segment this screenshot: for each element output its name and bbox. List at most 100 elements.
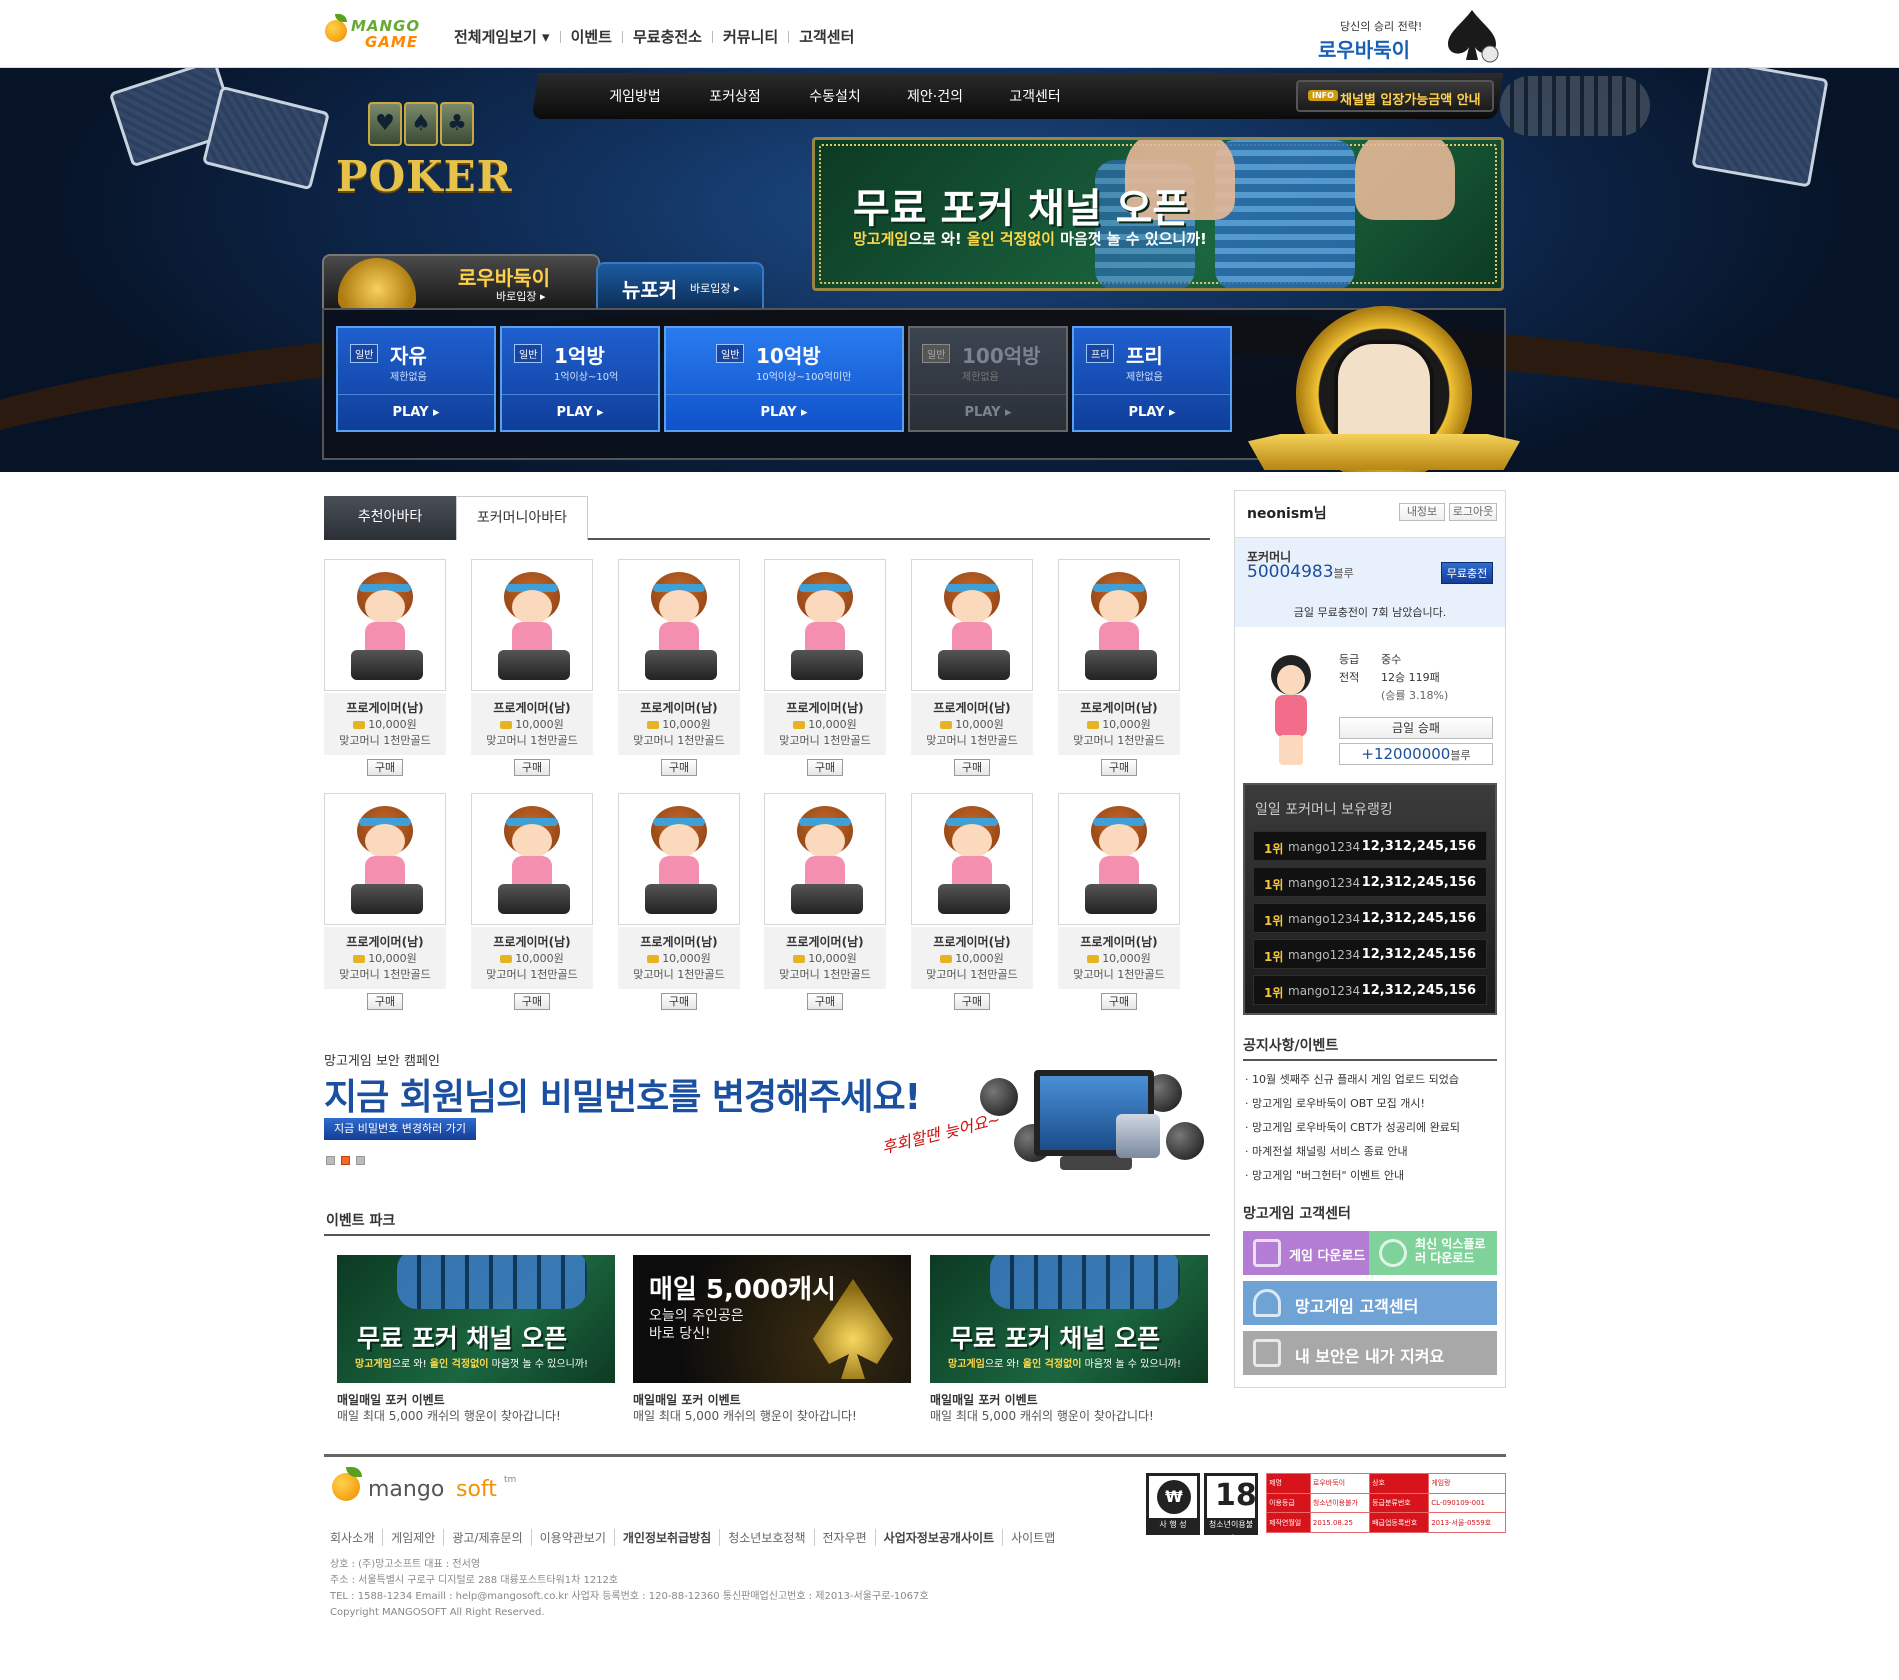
security-button[interactable]: 내 보안은 내가 지켜요 <box>1243 1331 1497 1375</box>
ie-download-button[interactable]: 최신 익스플로러 다운로드 <box>1369 1231 1497 1275</box>
buy-button[interactable]: 구매 <box>1101 759 1137 776</box>
avatar-item[interactable]: 프로게이머(남) 10,000원 맞고머니 1천만골드 구매 <box>618 559 740 777</box>
footer-link[interactable]: 게임제안 <box>382 1529 443 1546</box>
my-info-button[interactable]: 내정보 <box>1399 503 1445 521</box>
slide-dot[interactable] <box>326 1156 335 1165</box>
buy-button[interactable]: 구매 <box>661 993 697 1010</box>
avatar-item[interactable]: 프로게이머(남) 10,000원 맞고머니 1천만골드 구매 <box>764 793 886 1011</box>
ranking-row[interactable]: 1위 mango1234 12,312,245,156 <box>1253 975 1487 1005</box>
room-play-button[interactable]: PLAY ▸ <box>338 394 494 430</box>
avatar-thumbnail[interactable] <box>764 793 886 925</box>
logout-button[interactable]: 로그아웃 <box>1449 503 1497 521</box>
ranking-row[interactable]: 1위 mango1234 12,312,245,156 <box>1253 867 1487 897</box>
buy-button[interactable]: 구매 <box>954 759 990 776</box>
avatar-thumbnail[interactable] <box>764 559 886 691</box>
subnav-customer-center[interactable]: 고객센터 <box>985 86 1085 106</box>
avatar-thumbnail[interactable] <box>324 793 446 925</box>
ranking-row[interactable]: 1위 mango1234 12,312,245,156 <box>1253 903 1487 933</box>
tab-new-poker[interactable]: 뉴포커 바로입장 ▸ <box>596 262 764 310</box>
notice-item[interactable]: · 10월 셋째주 신규 플래시 게임 업로드 되었습 <box>1245 1071 1495 1095</box>
avatar-item[interactable]: 프로게이머(남) 10,000원 맞고머니 1천만골드 구매 <box>471 793 593 1011</box>
avatar-thumbnail[interactable] <box>911 793 1033 925</box>
buy-button[interactable]: 구매 <box>514 759 550 776</box>
avatar-thumbnail[interactable] <box>618 559 740 691</box>
poker-logo[interactable]: ♥ ♠ ♣ POKER <box>336 98 516 201</box>
channel-entry-info-button[interactable]: INFO 채널별 입장가능금액 안내 <box>1296 80 1494 112</box>
nav-community[interactable]: 커뮤니티 <box>713 26 788 47</box>
slide-dot-active[interactable] <box>341 1156 350 1165</box>
tab-poker-money-avatar[interactable]: 포커머니아바타 <box>456 496 588 540</box>
room-100m[interactable]: 일반 1억방 1억이상~10억 PLAY ▸ <box>500 326 660 432</box>
room-pre[interactable]: 프리 프리 제한없음 PLAY ▸ <box>1072 326 1232 432</box>
mangogame-logo[interactable]: MANGO GAME <box>325 14 433 54</box>
nav-free-charge[interactable]: 무료충전소 <box>623 26 712 47</box>
today-record-button[interactable]: 금일 승패 <box>1339 717 1493 739</box>
avatar-thumbnail[interactable] <box>471 559 593 691</box>
free-charge-button[interactable]: 무료충전 <box>1441 562 1493 584</box>
notice-header[interactable]: 공지사항/이벤트 <box>1243 1035 1497 1061</box>
avatar-item[interactable]: 프로게이머(남) 10,000원 맞고머니 1천만골드 구매 <box>618 793 740 1011</box>
avatar-item[interactable]: 프로게이머(남) 10,000원 맞고머니 1천만골드 구매 <box>324 559 446 777</box>
subnav-suggestion[interactable]: 제안·건의 <box>885 86 985 106</box>
avatar-thumbnail[interactable] <box>471 793 593 925</box>
avatar-thumbnail[interactable] <box>324 559 446 691</box>
buy-button[interactable]: 구매 <box>367 993 403 1010</box>
avatar-item[interactable]: 프로게이머(남) 10,000원 맞고머니 1천만골드 구매 <box>1058 559 1180 777</box>
event-title[interactable]: 매일매일 포커 이벤트 <box>337 1391 445 1408</box>
footer-link[interactable]: 청소년보호정책 <box>719 1529 813 1546</box>
buy-button[interactable]: 구매 <box>1101 993 1137 1010</box>
subnav-manual-install[interactable]: 수동설치 <box>785 86 885 106</box>
avatar-item[interactable]: 프로게이머(남) 10,000원 맞고머니 1천만골드 구매 <box>324 793 446 1011</box>
nav-events[interactable]: 이벤트 <box>561 26 622 47</box>
notice-item[interactable]: · 망고게임 "버그헌터" 이벤트 안내 <box>1245 1167 1495 1191</box>
room-1b[interactable]: 일반 10억방 10억이상~100억미만 PLAY ▸ <box>664 326 904 432</box>
low-baduki-badge[interactable]: 당신의 승리 전략! 로우바둑이 <box>1316 6 1506 64</box>
buy-button[interactable]: 구매 <box>367 759 403 776</box>
ranking-row[interactable]: 1위 mango1234 12,312,245,156 <box>1253 831 1487 861</box>
footer-link[interactable]: 개인정보취급방침 <box>613 1529 719 1546</box>
footer-link[interactable]: 전자우편 <box>813 1529 875 1546</box>
notice-item[interactable]: · 마계전설 채널링 서비스 종료 안내 <box>1245 1143 1495 1167</box>
slide-dot[interactable] <box>356 1156 365 1165</box>
buy-button[interactable]: 구매 <box>661 759 697 776</box>
subnav-how-to-play[interactable]: 게임방법 <box>585 86 685 106</box>
mangosoft-logo[interactable]: mango soft tm <box>332 1467 522 1511</box>
buy-button[interactable]: 구매 <box>954 993 990 1010</box>
notice-item[interactable]: · 망고게임 로우바둑이 OBT 모집 개시! <box>1245 1095 1495 1119</box>
buy-button[interactable]: 구매 <box>807 759 843 776</box>
change-password-button[interactable]: 지금 비밀번호 변경하러 가기 <box>324 1118 476 1140</box>
avatar-item[interactable]: 프로게이머(남) 10,000원 맞고머니 1천만골드 구매 <box>764 559 886 777</box>
tab-recommended-avatar[interactable]: 추천아바타 <box>324 496 456 540</box>
room-free[interactable]: 일반 자유 제한없음 PLAY ▸ <box>336 326 496 432</box>
room-play-button[interactable]: PLAY ▸ <box>502 394 658 430</box>
room-play-button[interactable]: PLAY ▸ <box>666 394 902 430</box>
footer-link[interactable]: 회사소개 <box>330 1529 382 1546</box>
event-image[interactable]: 무료 포커 채널 오픈 망고게임으로 와! 올인 걱정없이 마음껏 놀 수 있으… <box>337 1255 615 1383</box>
footer-link[interactable]: 사이트맵 <box>1002 1529 1063 1546</box>
avatar-item[interactable]: 프로게이머(남) 10,000원 맞고머니 1천만골드 구매 <box>471 559 593 777</box>
avatar-item[interactable]: 프로게이머(남) 10,000원 맞고머니 1천만골드 구매 <box>1058 793 1180 1011</box>
buy-button[interactable]: 구매 <box>807 993 843 1010</box>
avatar-item[interactable]: 프로게이머(남) 10,000원 맞고머니 1천만골드 구매 <box>911 793 1033 1011</box>
ranking-row[interactable]: 1위 mango1234 12,312,245,156 <box>1253 939 1487 969</box>
avatar-thumbnail[interactable] <box>1058 559 1180 691</box>
room-play-button[interactable]: PLAY ▸ <box>1074 394 1230 430</box>
footer-link[interactable]: 사업자정보공개사이트 <box>874 1529 1002 1546</box>
footer-link[interactable]: 광고/제휴문의 <box>443 1529 530 1546</box>
tab-low-baduki[interactable]: 로우바둑이 바로입장 ▸ <box>322 254 600 310</box>
avatar-thumbnail[interactable] <box>1058 793 1180 925</box>
footer-link[interactable]: 이용약관보기 <box>530 1529 614 1546</box>
event-title[interactable]: 매일매일 포커 이벤트 <box>930 1391 1038 1408</box>
event-title[interactable]: 매일매일 포커 이벤트 <box>633 1391 741 1408</box>
subnav-poker-shop[interactable]: 포커상점 <box>685 86 785 106</box>
customer-center-button[interactable]: 망고게임 고객센터 <box>1243 1281 1497 1325</box>
free-channel-banner[interactable]: 무료 포커 채널 오픈 망고게임으로 와! 올인 걱정없이 마음껏 놀 수 있으… <box>812 137 1504 291</box>
avatar-thumbnail[interactable] <box>911 559 1033 691</box>
event-image[interactable]: 매일 5,000캐시 오늘의 주인공은 바로 당신! <box>633 1255 911 1383</box>
event-image[interactable]: 무료 포커 채널 오픈 망고게임으로 와! 올인 걱정없이 마음껏 놀 수 있으… <box>930 1255 1208 1383</box>
nav-all-games[interactable]: 전체게임보기 ▾ <box>454 26 560 47</box>
notice-item[interactable]: · 망고게임 로우바둑이 CBT가 성공리에 완료되 <box>1245 1119 1495 1143</box>
game-download-button[interactable]: 게임 다운로드 <box>1243 1231 1369 1275</box>
buy-button[interactable]: 구매 <box>514 993 550 1010</box>
nav-customer-center[interactable]: 고객센터 <box>789 26 864 47</box>
